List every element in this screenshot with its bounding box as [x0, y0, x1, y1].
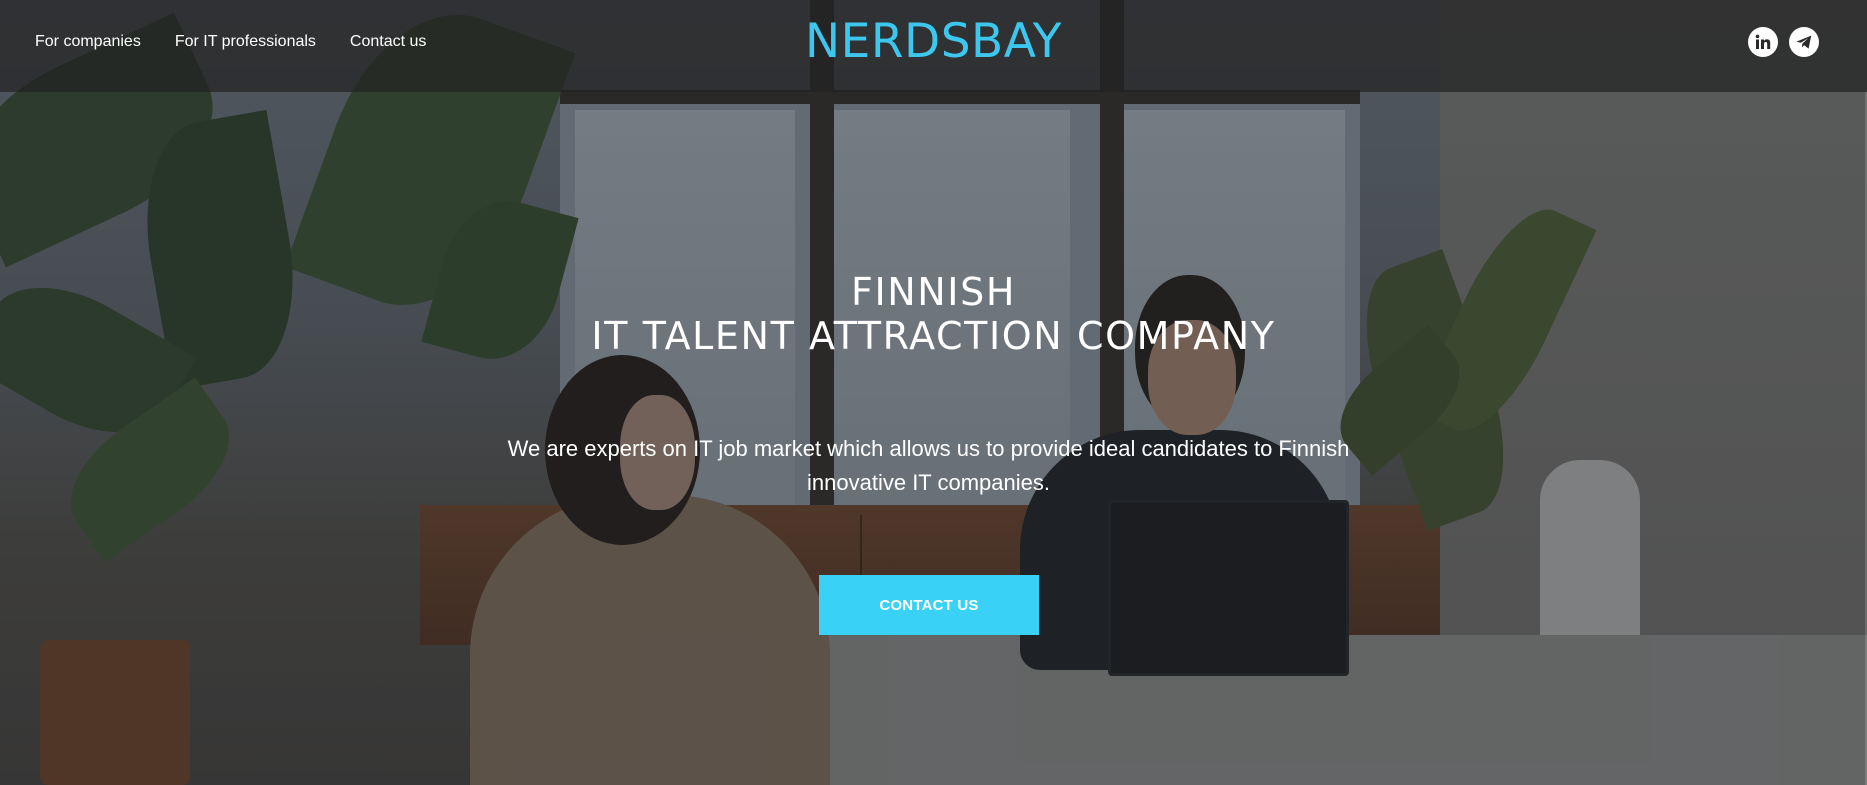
- social-links: [1748, 27, 1819, 57]
- contact-us-button[interactable]: CONTACT US: [819, 575, 1039, 635]
- hero-background-image: [0, 0, 1867, 785]
- hero-title-line-1: FINNISH: [850, 270, 1017, 314]
- telegram-button[interactable]: [1789, 27, 1819, 57]
- linkedin-icon: [1755, 34, 1771, 49]
- site-header: For companies For IT professionals Conta…: [0, 0, 1867, 92]
- site-logo-container: NERDSBAY: [0, 14, 1867, 69]
- site-logo[interactable]: NERDSBAY: [805, 14, 1062, 69]
- landing-page: For companies For IT professionals Conta…: [0, 0, 1867, 785]
- hero-description: We are experts on IT job market which al…: [507, 436, 1350, 495]
- linkedin-button[interactable]: [1748, 27, 1778, 57]
- hero-title-line-2: IT TALENT ATTRACTION COMPANY: [591, 314, 1276, 358]
- telegram-icon: [1796, 35, 1812, 49]
- hero-title: FINNISH IT TALENT ATTRACTION COMPANY: [0, 270, 1867, 358]
